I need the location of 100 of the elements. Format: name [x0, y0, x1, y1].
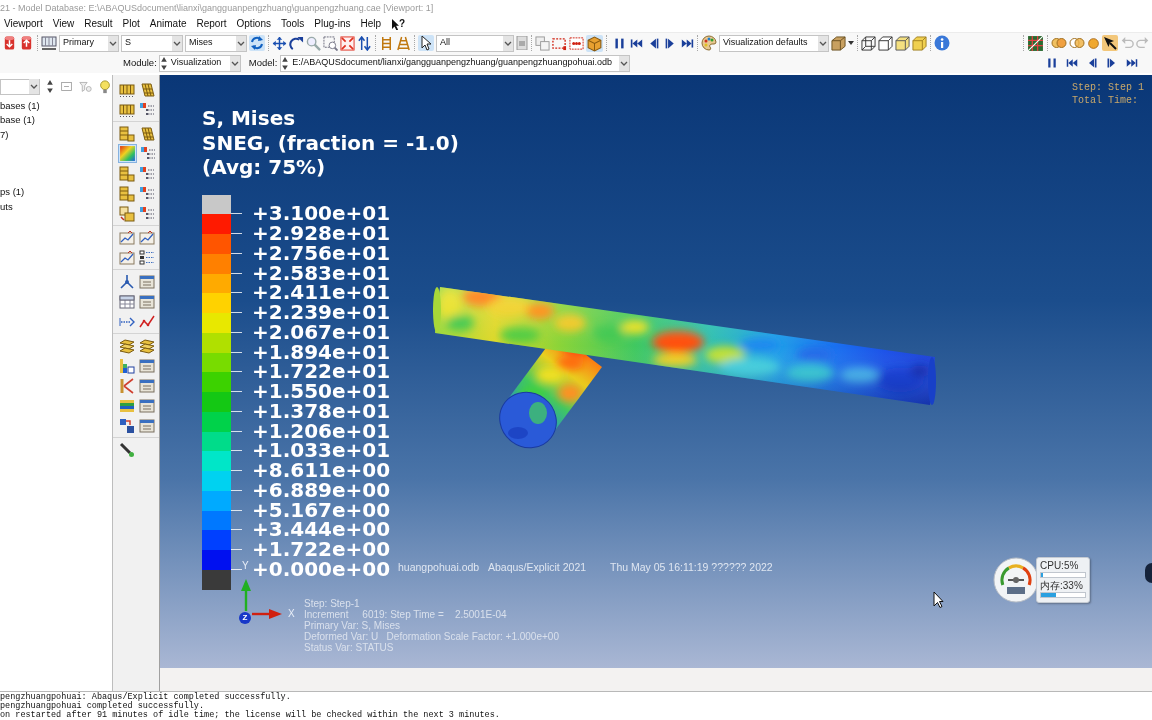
legend-list-icon[interactable]	[139, 249, 155, 266]
tile-grid-icon[interactable]	[119, 81, 135, 98]
shaded-cube-icon[interactable]	[895, 35, 910, 51]
window-icon[interactable]	[139, 273, 155, 290]
tree-item[interactable]: ps (1)	[0, 185, 112, 200]
zigzag-line-icon[interactable]	[139, 313, 155, 330]
last-frame-icon[interactable]	[1126, 57, 1138, 69]
message-line: pengzhuangpohuai: Abaqus/Explicit completed successfully.	[0, 693, 292, 702]
window-icon[interactable]	[139, 357, 155, 374]
spinner-arrows-icon[interactable]	[281, 55, 290, 71]
axis-label: X	[288, 608, 295, 619]
menu-item[interactable]: Result	[84, 17, 113, 31]
dashed-rectangle-icon[interactable]	[552, 35, 567, 51]
info-icon[interactable]	[934, 35, 950, 51]
probe-icon[interactable]	[119, 441, 135, 458]
solid-cube-icon[interactable]	[912, 35, 927, 51]
table-icon[interactable]	[119, 293, 135, 310]
menu-item[interactable]: Animate	[149, 17, 187, 31]
window-title: 21 - Model Database: E:\ABAQUSdocument\lianxi\gangguanpengzhuang\guanpengzhuang.cae [Viewport: 1]	[0, 2, 435, 15]
menu-item[interactable]: Help	[360, 17, 382, 31]
sync-arrows-icon[interactable]	[249, 35, 265, 51]
pointer-arrow-icon[interactable]	[418, 35, 434, 51]
tree-item[interactable]: bases (1)	[0, 99, 112, 114]
result-type-dropdown[interactable]: Primary	[59, 34, 119, 52]
window-icon[interactable]	[139, 293, 155, 310]
field-output-dropdown[interactable]: S	[121, 34, 183, 52]
move-arrows-icon[interactable]	[272, 35, 287, 51]
frame-grid-icon[interactable]	[41, 35, 57, 51]
first-frame-icon[interactable]	[1066, 57, 1078, 69]
stacked-sheets-icon[interactable]	[139, 337, 155, 354]
contour-plot-icon[interactable]	[119, 145, 136, 162]
menu-item[interactable]: Viewport	[4, 17, 43, 31]
up-down-arrows-icon[interactable]	[357, 35, 372, 51]
bar-chart-icon[interactable]	[119, 357, 135, 374]
blocks-icon[interactable]	[119, 417, 135, 434]
selection-filter-dropdown[interactable]: All	[436, 34, 514, 52]
state-text: Total Time:	[1072, 94, 1139, 107]
mesh-icon[interactable]	[1027, 34, 1044, 52]
legend-value: +1.206e+01	[252, 421, 391, 442]
branch-icon[interactable]	[119, 377, 135, 394]
tile-grid-icon[interactable]	[119, 101, 135, 118]
spinner-arrows-icon[interactable]	[46, 79, 54, 94]
palette-icon[interactable]	[701, 35, 717, 51]
previous-frame-icon[interactable]	[647, 36, 660, 50]
window-icon[interactable]	[139, 377, 155, 394]
overlapping-circles-icon[interactable]	[1051, 35, 1067, 51]
tree-item[interactable]: base (1)	[0, 113, 112, 128]
model-dropdown[interactable]: E:/ABAQUSdocument/lianxi/gangguanpengzhuang/guanpengzhuangpohuai.odb	[280, 54, 631, 72]
next-frame-icon[interactable]	[664, 36, 677, 50]
color-list-icon[interactable]	[139, 165, 155, 182]
whats-this-button[interactable]: ?	[391, 17, 406, 31]
skewed-tiles-icon[interactable]	[139, 81, 155, 98]
line-chart-icon[interactable]	[119, 249, 135, 266]
triad-icon[interactable]	[119, 273, 135, 290]
color-list-icon[interactable]	[139, 185, 155, 202]
pause-icon[interactable]	[1046, 57, 1058, 69]
last-frame-icon[interactable]	[681, 36, 694, 50]
pause-icon[interactable]	[613, 36, 626, 50]
caret-icon[interactable]	[848, 41, 854, 45]
color-list-icon[interactable]	[139, 101, 155, 118]
tree-item[interactable]: uts	[0, 199, 112, 215]
legend-value: +2.756e+01	[252, 243, 391, 264]
stacked-tiles-icon[interactable]	[119, 185, 135, 202]
box-zoom-icon[interactable]	[323, 35, 338, 51]
menu-item[interactable]: Options	[236, 17, 271, 31]
color-stripes-icon[interactable]	[119, 397, 135, 414]
rotate-arrow-icon[interactable]	[289, 35, 304, 51]
line-chart-icon[interactable]	[139, 229, 155, 246]
tiles-arrow-icon[interactable]	[119, 205, 135, 222]
menu-item[interactable]: Tools	[281, 17, 305, 31]
menu-item[interactable]: Report	[196, 17, 227, 31]
box-icon[interactable]	[586, 34, 603, 52]
color-list-icon[interactable]	[139, 205, 155, 222]
trapezoid-ladder-icon[interactable]	[396, 35, 411, 51]
window-icon[interactable]	[139, 417, 155, 434]
fit-view-icon[interactable]	[340, 35, 355, 51]
view-options-dropdown[interactable]: Visualization defaults	[719, 34, 829, 52]
line-chart-icon[interactable]	[119, 229, 135, 246]
stacked-tiles-icon[interactable]	[119, 165, 135, 182]
menu-item[interactable]: View	[52, 17, 75, 31]
cube-icon[interactable]	[831, 35, 846, 51]
hidden-line-cube-icon[interactable]	[878, 35, 893, 51]
menu-item[interactable]: Plug-ins	[314, 17, 351, 31]
stacked-tiles-icon[interactable]	[119, 125, 135, 142]
bulb-icon[interactable]	[98, 79, 112, 94]
spinner-arrows-icon[interactable]	[159, 55, 168, 71]
menu-item[interactable]: Plot	[122, 17, 140, 31]
wireframe-cube-icon[interactable]	[861, 35, 876, 51]
stacked-sheets-icon[interactable]	[119, 337, 135, 354]
color-list-icon[interactable]	[140, 145, 156, 162]
ladder-icon[interactable]	[379, 35, 394, 51]
invariant-dropdown[interactable]: Mises	[185, 34, 247, 52]
module-dropdown[interactable]: Visualization	[158, 54, 241, 72]
skewed-tiles-icon[interactable]	[139, 125, 155, 142]
tree-item[interactable]: 7)	[0, 127, 112, 143]
arrow-tool-icon[interactable]	[1102, 35, 1118, 51]
linked-circles-icon[interactable]	[1069, 35, 1085, 51]
window-icon[interactable]	[139, 397, 155, 414]
dotted-grid-icon[interactable]	[569, 35, 584, 51]
first-frame-icon[interactable]	[630, 36, 643, 50]
